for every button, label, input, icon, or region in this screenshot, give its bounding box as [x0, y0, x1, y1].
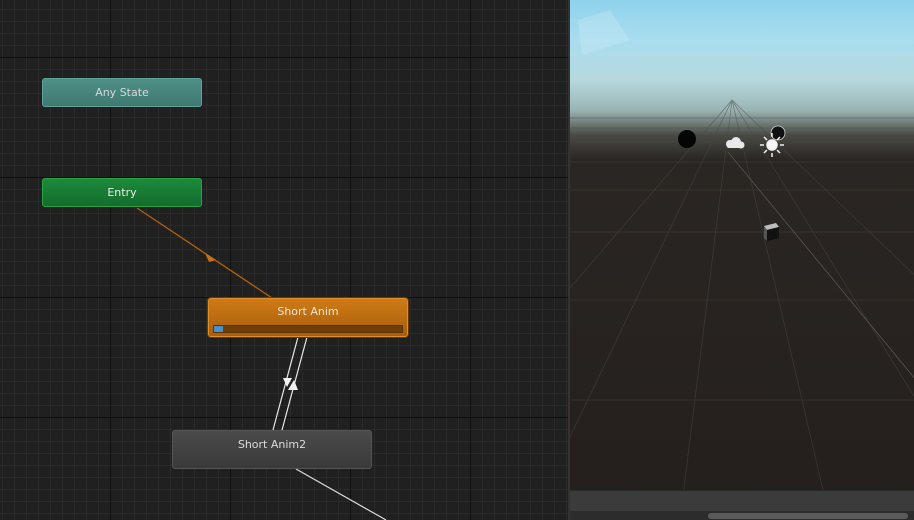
scene-view[interactable] [568, 0, 914, 520]
entry-transition[interactable] [136, 207, 273, 299]
state-progress-bar [213, 325, 403, 333]
short-anim2-label: Short Anim2 [237, 438, 307, 451]
short-anim2-node[interactable]: Short Anim2 [172, 430, 372, 469]
entry-label: Entry [107, 186, 137, 199]
camera-icon[interactable] [770, 125, 786, 141]
axis-line [727, 151, 914, 379]
entry-transition-arrow [205, 253, 216, 262]
scrollbar-thumb[interactable] [708, 513, 908, 519]
entry-node[interactable]: Entry [42, 178, 202, 207]
sphere-icon[interactable] [678, 130, 696, 148]
state-progress-fill [214, 326, 224, 332]
scene-footer-bar [570, 490, 914, 512]
transition-short2-exit[interactable] [295, 468, 387, 520]
animator-graph-panel[interactable]: Any State Entry Short Anim Short Anim2 [0, 0, 568, 520]
short-anim-label: Short Anim [277, 305, 339, 318]
short-anim-node[interactable]: Short Anim [208, 298, 408, 337]
scene-viewport [570, 10, 914, 520]
cube-icon[interactable] [764, 223, 779, 241]
any-state-label: Any State [95, 86, 149, 99]
scene-horizontal-scrollbar[interactable] [570, 511, 914, 520]
ground-grid [570, 99, 914, 520]
editor-window: Any State Entry Short Anim Short Anim2 [0, 0, 914, 520]
cloud-icon[interactable] [726, 137, 745, 149]
any-state-node[interactable]: Any State [42, 78, 202, 107]
